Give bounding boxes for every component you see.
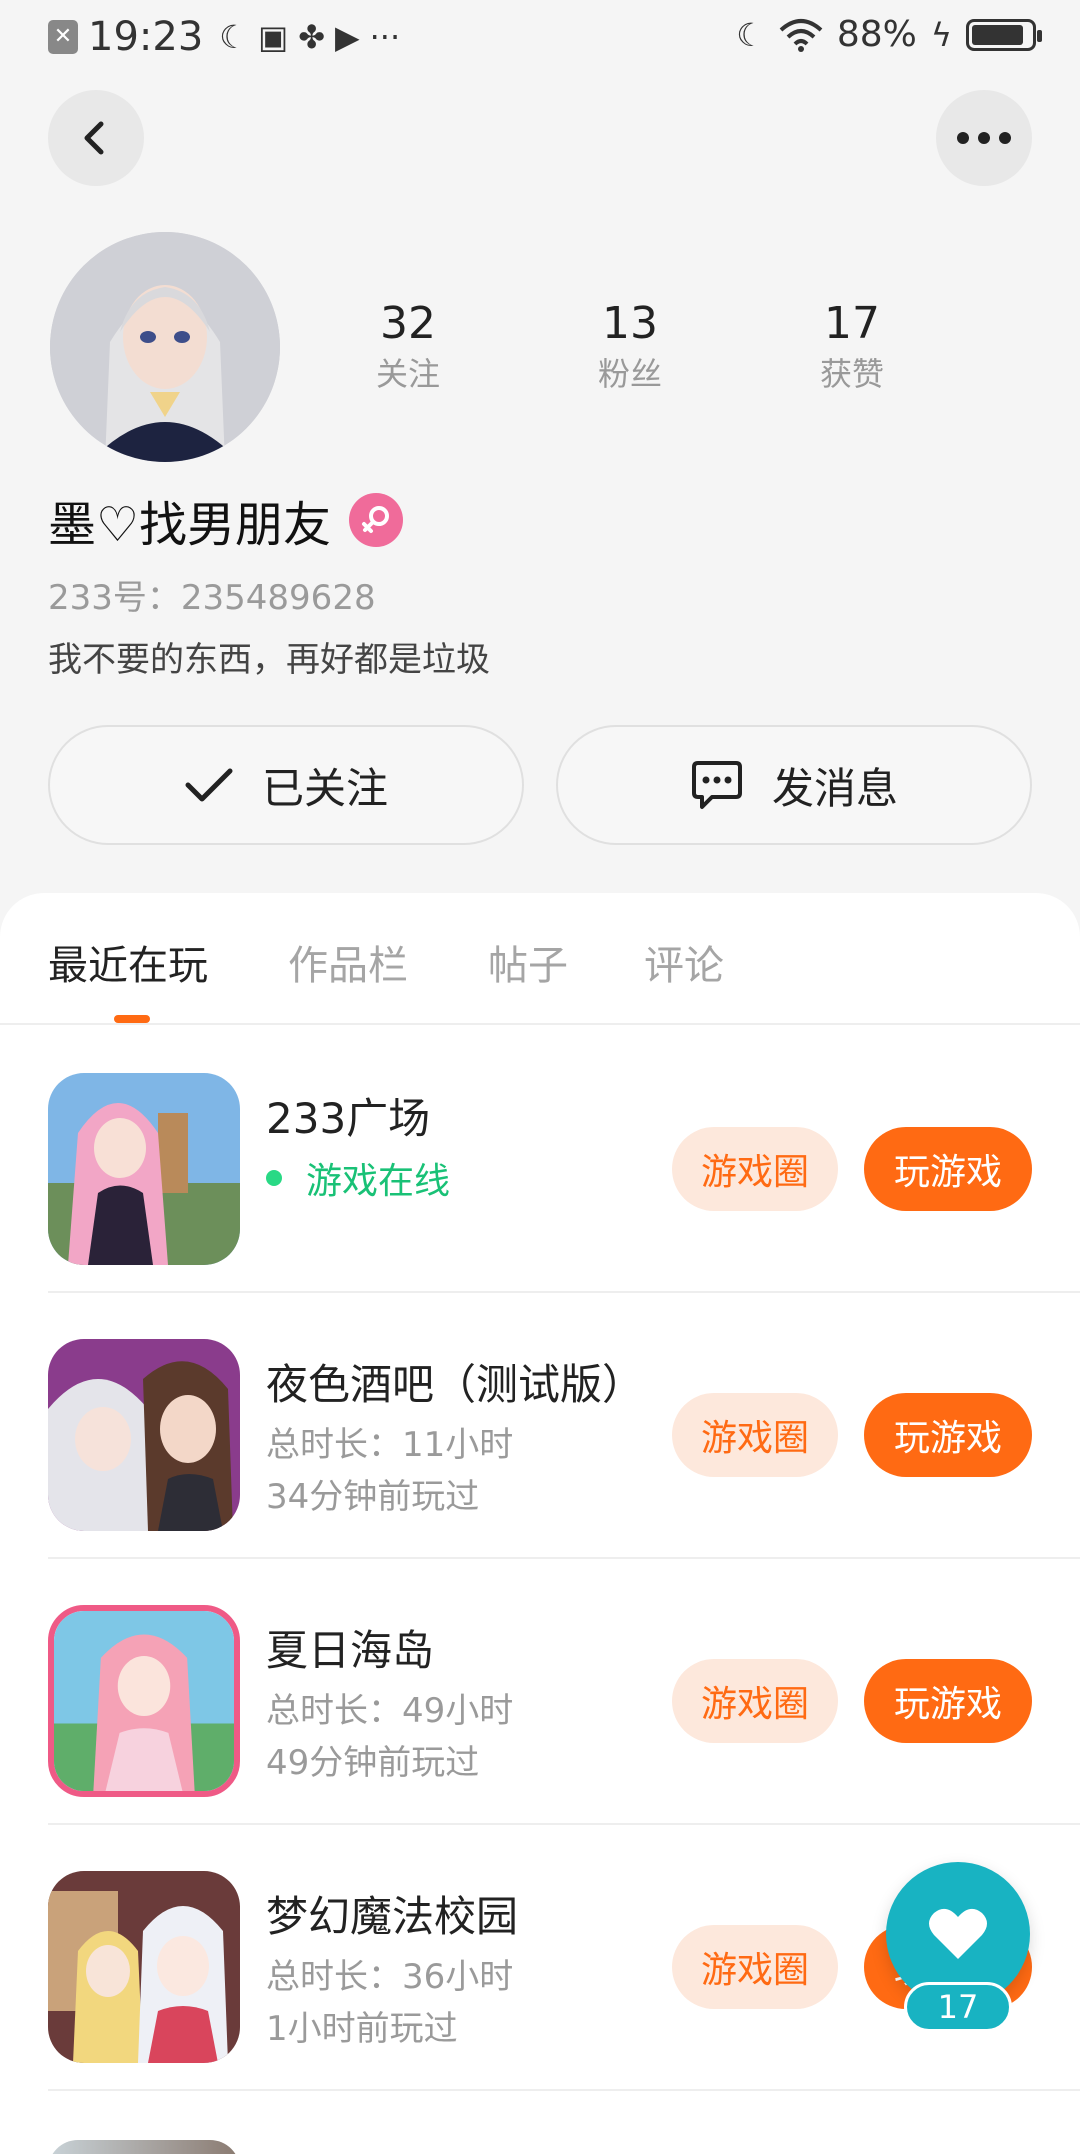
status-bar: ✕ 19:23 ☾ ▣ ✤ ▶ ··· ☾ 88% ϟ	[0, 0, 1080, 72]
game-row[interactable]: 夜色酒吧（测试版） 总时长：11小时 34分钟前玩过 游戏圈 玩游戏	[48, 1293, 1080, 1559]
tab-works[interactable]: 作品栏	[288, 933, 408, 991]
moon-icon: ☾	[736, 15, 765, 54]
game-icon[interactable]	[48, 1073, 240, 1265]
game-name: 夜色酒吧（测试版）	[266, 1360, 645, 1409]
game-circle-button[interactable]: 游戏圈	[672, 1127, 838, 1211]
status-bar-left: ✕ 19:23 ☾ ▣ ✤ ▶ ···	[48, 14, 400, 60]
play-game-button[interactable]: 玩游戏	[864, 1127, 1032, 1211]
followers-stat[interactable]: 13 粉丝	[550, 296, 710, 396]
tab-recent-played[interactable]: 最近在玩	[48, 933, 208, 991]
followers-count: 13	[602, 298, 658, 349]
play-game-button[interactable]: 玩游戏	[864, 1659, 1032, 1743]
game-row[interactable]: 233广场 游戏在线 游戏圈 玩游戏	[48, 1027, 1080, 1293]
game-icon[interactable]	[48, 1871, 240, 2063]
battery-fill	[972, 24, 1024, 45]
send-message-button[interactable]: 发消息	[556, 725, 1032, 845]
following-label: 关注	[375, 355, 440, 393]
charging-icon: ϟ	[930, 15, 952, 54]
game-duration: 总时长：36小时	[266, 1957, 514, 1997]
app-notification-icon: ▣	[257, 18, 289, 56]
back-arrow-icon	[84, 121, 104, 155]
likes-count: 17	[824, 298, 880, 349]
followed-label: 已关注	[261, 763, 388, 813]
followed-button[interactable]: 已关注	[48, 725, 524, 845]
wifi-icon	[779, 18, 823, 52]
following-stat[interactable]: 32 关注	[328, 296, 488, 396]
female-gender-icon	[349, 493, 404, 547]
tab-comments[interactable]: 评论	[644, 933, 724, 991]
game-last-played: 34分钟前玩过	[266, 1477, 480, 1517]
play-game-button[interactable]: 玩游戏	[864, 1393, 1032, 1477]
game-row[interactable]: 夏日海岛 总时长：49小时 49分钟前玩过 游戏圈 玩游戏	[48, 1559, 1080, 1825]
game-last-played: 49分钟前玩过	[266, 1743, 480, 1783]
game-online-status: 游戏在线	[266, 1152, 450, 1204]
online-label: 游戏在线	[306, 1161, 451, 1202]
battery-percent: 88%	[836, 14, 917, 55]
nickname: 墨♡找男朋友	[48, 497, 332, 553]
status-time: 19:23	[88, 14, 204, 60]
game-circle-button[interactable]: 游戏圈	[672, 1659, 838, 1743]
more-button[interactable]	[936, 90, 1032, 186]
play-notification-icon: ▶	[335, 18, 360, 56]
game-last-played: 1小时前玩过	[266, 2009, 458, 2049]
send-message-label: 发消息	[771, 763, 898, 813]
avatar-image	[50, 232, 280, 462]
battery-icon	[966, 18, 1042, 51]
check-icon	[185, 768, 233, 802]
game-circle-button[interactable]: 游戏圈	[672, 1925, 838, 2009]
like-count-badge: 17	[904, 1982, 1012, 2032]
game-name: 233广场	[266, 1094, 431, 1143]
user-id: 233号：235489628	[48, 578, 376, 618]
likes-stat[interactable]: 17 获赞	[772, 296, 932, 396]
profile-stats: 32 关注 13 粉丝 17 获赞	[328, 296, 998, 406]
user-bio: 我不要的东西，再好都是垃圾	[48, 640, 490, 680]
fan-icon: ✤	[298, 18, 326, 56]
heart-icon	[929, 1908, 987, 1959]
game-duration: 总时长：49小时	[266, 1691, 514, 1731]
game-icon[interactable]	[48, 1339, 240, 1531]
game-name: 夏日海岛	[266, 1626, 435, 1675]
game-name: 梦幻魔法校园	[266, 1892, 519, 1941]
game-duration: 总时长：11小时	[266, 1425, 514, 1465]
tab-bar: 最近在玩 作品栏 帖子 评论	[0, 893, 1080, 1025]
next-game-icon-peek	[48, 2140, 240, 2154]
game-circle-button[interactable]: 游戏圈	[672, 1393, 838, 1477]
moon-icon: ☾	[219, 18, 248, 56]
following-count: 32	[380, 298, 436, 349]
online-dot-icon	[266, 1170, 282, 1186]
notification-icon: ✕	[48, 20, 78, 54]
nickname-row: 墨♡找男朋友	[48, 485, 404, 555]
followers-label: 粉丝	[597, 355, 662, 393]
game-icon[interactable]	[48, 1605, 240, 1797]
status-bar-right: ☾ 88% ϟ	[736, 14, 1042, 55]
active-tab-indicator	[114, 1015, 150, 1023]
more-notifications: ···	[369, 18, 401, 56]
more-dots-icon	[957, 132, 1011, 144]
avatar[interactable]	[50, 232, 280, 462]
back-button[interactable]	[48, 90, 144, 186]
chat-bubble-icon	[691, 761, 742, 809]
tab-posts[interactable]: 帖子	[488, 933, 568, 991]
likes-label: 获赞	[819, 355, 884, 393]
